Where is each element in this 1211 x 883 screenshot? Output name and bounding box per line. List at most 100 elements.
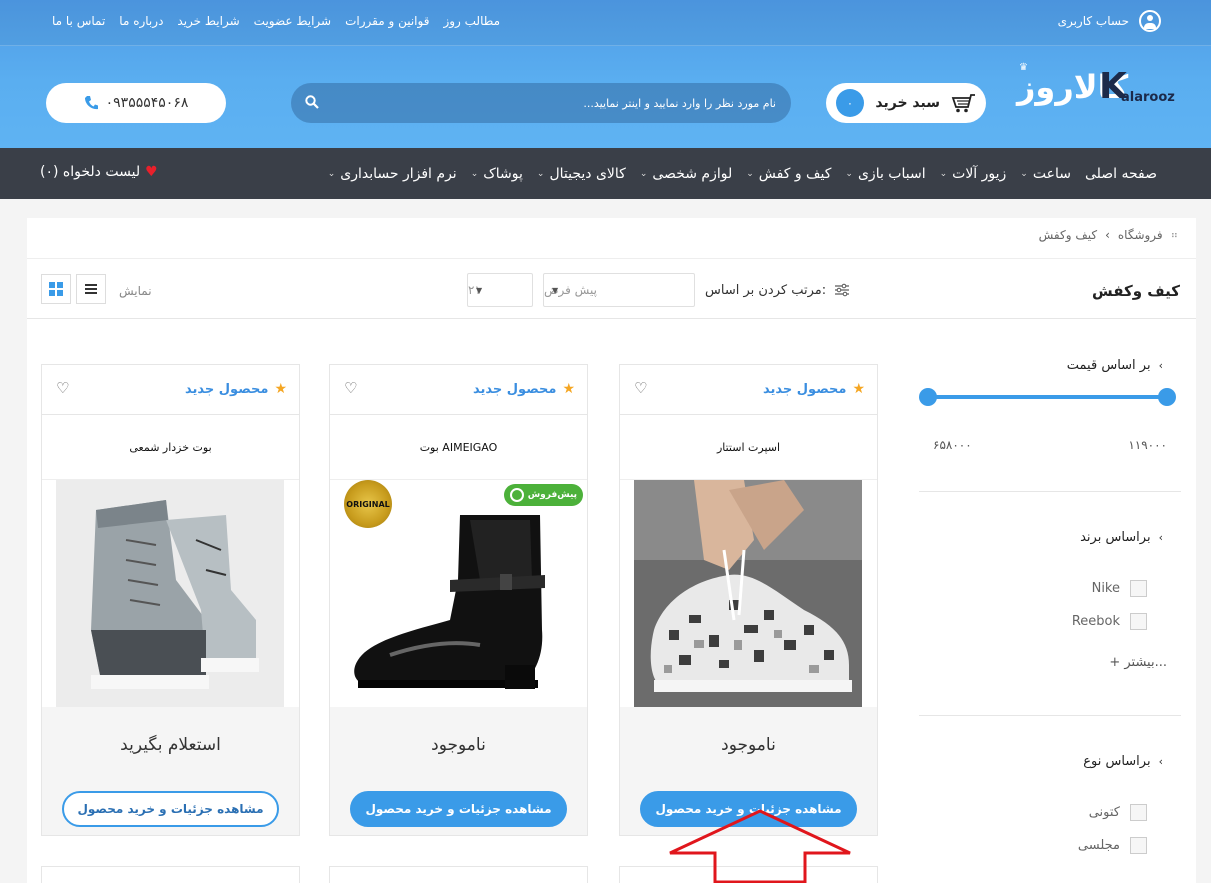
user-icon bbox=[1139, 10, 1161, 32]
product-card: ★ محصول جدید ♡ بوت AIMEIGAO ORIGINAL پیش… bbox=[329, 364, 588, 836]
nav-item-accounting-software[interactable]: نرم افزار حسابداری ⌄ bbox=[328, 166, 457, 182]
caret-down-icon: ▼ bbox=[476, 286, 483, 295]
wishlist-link[interactable]: ♥ لیست دلخواه (۰) bbox=[40, 164, 158, 180]
product-card bbox=[41, 866, 300, 883]
clock-icon bbox=[509, 488, 524, 502]
checkbox[interactable] bbox=[1130, 837, 1147, 854]
product-name[interactable]: اسپرت استتار bbox=[620, 415, 877, 480]
brand-filter-title[interactable]: ‹ براساس برند bbox=[1080, 530, 1163, 545]
chevron-down-icon: ⌄ bbox=[639, 168, 648, 179]
heart-outline-icon[interactable]: ♡ bbox=[344, 379, 357, 397]
type-filter-title[interactable]: ‹ براساس نوع bbox=[1083, 754, 1163, 769]
brand-option-reebok[interactable]: Reebok bbox=[1072, 613, 1147, 630]
nav-item-label: اسباب بازی bbox=[857, 165, 926, 182]
product-name[interactable]: بوت خزدار شمعی bbox=[42, 415, 299, 480]
search-input[interactable] bbox=[331, 83, 776, 123]
type-option-sneaker[interactable]: کتونی bbox=[1089, 804, 1147, 821]
divider bbox=[27, 318, 1196, 319]
top-link-rules[interactable]: قوانین و مقررات bbox=[345, 14, 429, 28]
star-icon: ★ bbox=[274, 381, 287, 397]
heart-outline-icon[interactable]: ♡ bbox=[56, 379, 69, 397]
product-name[interactable]: بوت AIMEIGAO bbox=[330, 415, 587, 480]
type-option-formal[interactable]: مجلسی bbox=[1078, 837, 1147, 854]
badge-label: محصول جدید bbox=[762, 381, 847, 397]
site-logo[interactable]: ♛ كالاروز K alarooz bbox=[1017, 62, 1181, 110]
phone-button[interactable]: ۰۹۳۵۵۵۴۵۰۶۸ bbox=[46, 83, 226, 123]
nav-item-label: صفحه اصلی bbox=[1084, 165, 1157, 182]
search-icon[interactable] bbox=[305, 95, 319, 109]
breadcrumb: ⠶ فروشگاه ‹ کیف وکفش bbox=[1039, 228, 1178, 242]
view-label: نمایش bbox=[119, 284, 152, 298]
top-link-membership[interactable]: شرایط عضویت bbox=[254, 14, 331, 28]
type-option-label: مجلسی bbox=[1077, 838, 1120, 853]
brand-more-link[interactable]: + بیشتر... bbox=[1109, 655, 1167, 670]
top-links: مطالب روز قوانین و مقررات شرایط عضویت شر… bbox=[52, 14, 500, 28]
product-image-boot[interactable]: ORIGINAL پیش‌فروش bbox=[330, 480, 587, 707]
price-slider-track[interactable] bbox=[929, 395, 1169, 399]
chevron-down-icon: ⌄ bbox=[470, 168, 479, 179]
brand-filter-label: براساس برند bbox=[1080, 530, 1151, 545]
top-strip: مطالب روز قوانین و مقررات شرایط عضویت شر… bbox=[0, 0, 1211, 46]
sliders-icon bbox=[835, 283, 850, 297]
stock-status: استعلام بگیرید bbox=[120, 735, 221, 755]
price-max: ۶۵۸۰۰۰ bbox=[933, 438, 972, 452]
checkbox[interactable] bbox=[1130, 804, 1147, 821]
list-view-button[interactable] bbox=[76, 274, 106, 304]
nav-item-home[interactable]: صفحه اصلی bbox=[1085, 166, 1157, 182]
phone-icon bbox=[84, 96, 98, 110]
nav-item-toys[interactable]: اسباب بازی ⌄ bbox=[845, 166, 925, 182]
wishlist-label: لیست دلخواه (۰) bbox=[40, 164, 141, 180]
view-product-button[interactable]: مشاهده جزئیات و خرید محصول bbox=[62, 791, 279, 827]
caret-down-icon: ▼ bbox=[552, 286, 559, 295]
grid-icon bbox=[49, 282, 63, 296]
type-filter-label: براساس نوع bbox=[1083, 754, 1151, 769]
checkbox[interactable] bbox=[1130, 613, 1147, 630]
star-icon: ★ bbox=[562, 381, 575, 397]
chevron-down-icon: ⌄ bbox=[845, 168, 853, 179]
sort-select[interactable]: پیش فرض ▼ bbox=[543, 273, 695, 307]
nav-item-watches[interactable]: ساعت ⌄ bbox=[1020, 166, 1071, 182]
top-link-daily-posts[interactable]: مطالب روز bbox=[443, 14, 500, 28]
nav-item-label: لوازم شخصی bbox=[652, 165, 733, 182]
star-icon: ★ bbox=[852, 381, 865, 397]
price-slider-min-handle[interactable] bbox=[919, 388, 937, 406]
price-slider-max-handle[interactable] bbox=[1158, 388, 1176, 406]
chevron-down-icon: ⌄ bbox=[536, 168, 545, 179]
top-link-about[interactable]: درباره ما bbox=[119, 14, 163, 28]
account-link[interactable]: حساب کاربری bbox=[1058, 10, 1161, 32]
product-image-sneaker[interactable] bbox=[634, 480, 862, 707]
new-product-badge: ★ محصول جدید bbox=[763, 381, 865, 397]
heart-icon: ♥ bbox=[145, 164, 158, 180]
breadcrumb-item-current: کیف وکفش bbox=[1038, 228, 1098, 242]
price-filter-title[interactable]: ‹ بر اساس قیمت bbox=[1067, 358, 1163, 373]
top-link-contact[interactable]: تماس با ما bbox=[52, 14, 105, 28]
brand-option-label: Nike bbox=[1091, 581, 1120, 596]
chevron-left-icon: ‹ bbox=[1158, 359, 1163, 372]
dots-icon: ⠶ bbox=[1170, 229, 1178, 241]
new-product-badge: ★ محصول جدید bbox=[185, 381, 287, 397]
view-product-button[interactable]: مشاهده جزئیات و خرید محصول bbox=[350, 791, 567, 827]
price-filter: ‹ بر اساس قیمت ۱۱۹۰۰۰ ۶۵۸۰۰۰ bbox=[919, 358, 1181, 493]
brand-option-nike[interactable]: Nike bbox=[1092, 580, 1147, 597]
nav-item-jewelry[interactable]: زیور آلات ⌄ bbox=[940, 166, 1007, 182]
heart-outline-icon[interactable]: ♡ bbox=[634, 379, 647, 397]
card-header: ★ محصول جدید ♡ bbox=[330, 365, 587, 415]
cart-button[interactable]: سبد خرید ۰ bbox=[826, 83, 986, 123]
nav-item-clothing[interactable]: پوشاک ⌄ bbox=[471, 166, 523, 182]
nav-item-bags-shoes[interactable]: کیف و کفش ⌄ bbox=[746, 166, 831, 182]
site-header: مطالب روز قوانین و مقررات شرایط عضویت شر… bbox=[0, 0, 1211, 148]
top-link-purchase-terms[interactable]: شرایط خرید bbox=[177, 14, 239, 28]
main-nav: صفحه اصلی ساعت ⌄ زیور آلات ⌄ اسباب بازی ⌄ ک… bbox=[0, 148, 1211, 199]
breadcrumb-item-shop[interactable]: فروشگاه bbox=[1118, 228, 1163, 242]
nav-item-personal[interactable]: لوازم شخصی ⌄ bbox=[640, 166, 732, 182]
page-title: کیف وکفش bbox=[1092, 282, 1180, 300]
search-box bbox=[291, 83, 791, 123]
per-page-select[interactable]: ۲۱ ▼ bbox=[467, 273, 533, 307]
presale-label: پیش‌فروش bbox=[527, 490, 577, 500]
product-card bbox=[329, 866, 588, 883]
checkbox[interactable] bbox=[1130, 580, 1147, 597]
product-image-snow-boot[interactable] bbox=[56, 480, 284, 707]
grid-view-button[interactable] bbox=[41, 274, 71, 304]
card-header: ★ محصول جدید ♡ bbox=[620, 365, 877, 415]
nav-item-digital[interactable]: کالای دیجیتال ⌄ bbox=[537, 166, 626, 182]
